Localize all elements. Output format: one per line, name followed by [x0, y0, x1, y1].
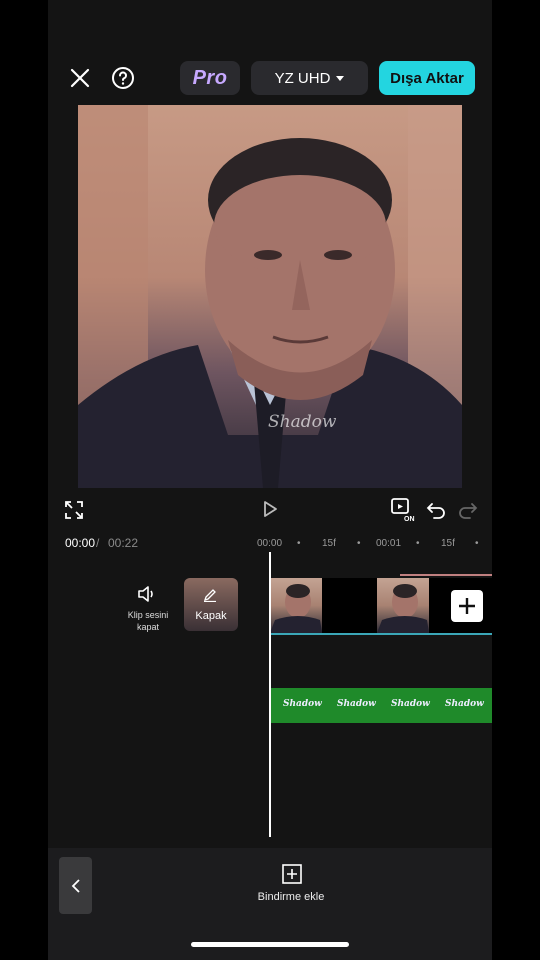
export-label: Dışa Aktar	[390, 69, 464, 87]
caret-down-icon	[336, 75, 345, 81]
current-time: 00:00	[65, 536, 96, 550]
pro-label: Pro	[192, 66, 228, 89]
text-item: Shadow	[391, 699, 430, 709]
keyframe-on-icon[interactable]: ON	[390, 496, 416, 522]
add-overlay-label[interactable]: Bindirme ekle	[236, 891, 346, 903]
quality-dropdown[interactable]: YZ UHD	[251, 61, 368, 95]
video-preview[interactable]: Shadow	[78, 105, 462, 488]
ruler-tick: 00:00	[257, 538, 283, 549]
ruler-tick: 15f	[441, 538, 455, 549]
speaker-icon[interactable]	[136, 584, 158, 604]
play-icon[interactable]	[258, 497, 282, 521]
ruler-dot: •	[357, 538, 361, 549]
add-clip-button[interactable]	[451, 590, 483, 622]
plus-icon	[459, 598, 475, 614]
edit-icon	[203, 588, 217, 607]
clip-underline	[270, 633, 492, 635]
pro-button[interactable]: Pro	[180, 61, 240, 95]
overlay-add-icon[interactable]	[281, 863, 303, 885]
home-indicator	[191, 942, 349, 947]
bottom-toolbar: Bindirme ekle	[48, 848, 492, 960]
editor-screen: Pro YZ UHD Dışa Aktar Shadow ON 00:00 / …	[48, 0, 492, 960]
ruler-dot: •	[416, 538, 420, 549]
ruler-tick: 15f	[322, 538, 336, 549]
redo-icon[interactable]	[456, 498, 480, 522]
watermark-text: Shadow	[268, 412, 337, 432]
undo-icon[interactable]	[424, 498, 448, 522]
playhead[interactable]	[269, 552, 271, 837]
ruler-tick: 00:01	[376, 538, 402, 549]
svg-text:ON: ON	[404, 516, 415, 522]
cover-button[interactable]: Kapak	[184, 578, 238, 631]
ruler-dot: •	[475, 538, 479, 549]
mute-clip-label[interactable]: Klip sesini kapat	[120, 609, 176, 633]
text-item: Shadow	[337, 699, 376, 709]
clip-thumbnail	[270, 578, 322, 633]
clip-marker-line	[400, 574, 492, 576]
ruler-dot: •	[297, 538, 301, 549]
quality-label: YZ UHD	[274, 69, 331, 87]
text-item: Shadow	[283, 699, 322, 709]
cover-label: Kapak	[195, 610, 227, 622]
clip-thumbnail	[377, 578, 429, 633]
back-button[interactable]	[59, 857, 92, 914]
time-separator: /	[96, 536, 100, 550]
total-time: 00:22	[108, 536, 139, 550]
help-icon[interactable]	[110, 65, 136, 91]
fullscreen-icon[interactable]	[62, 498, 86, 522]
export-button[interactable]: Dışa Aktar	[379, 61, 475, 95]
text-track[interactable]: Shadow Shadow Shadow Shadow	[270, 688, 492, 723]
close-icon[interactable]	[68, 66, 92, 90]
text-item: Shadow	[445, 699, 484, 709]
chevron-left-icon	[71, 878, 80, 893]
